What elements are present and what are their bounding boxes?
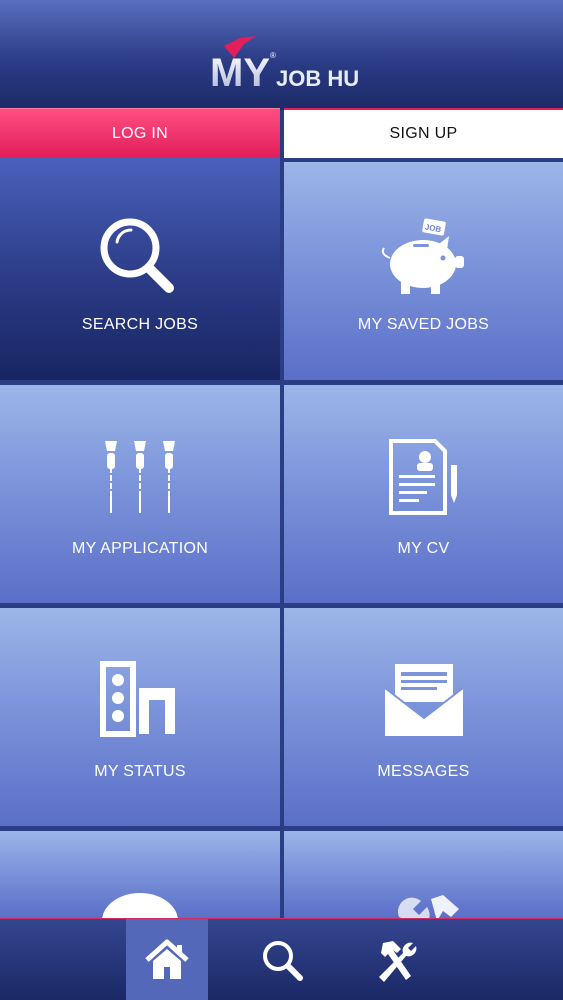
document-icon (388, 439, 457, 515)
search-icon (263, 941, 303, 981)
logo-my-text: MY (210, 51, 270, 94)
tile-my-application-label: MY APPLICATION (71, 540, 209, 557)
bottom-nav-bar (0, 918, 563, 1000)
nav-search-button[interactable] (241, 919, 323, 1000)
tile-my-cv[interactable]: MY CV (284, 385, 563, 603)
magnifier-icon (100, 218, 174, 293)
tile-partial-right[interactable] (284, 831, 563, 918)
tile-search-jobs-label: SEARCH JOBS (81, 316, 199, 333)
envelope-icon (383, 664, 464, 736)
tile-my-saved-jobs[interactable]: JOB MY SAVED JOBS (284, 162, 563, 380)
piggy-bank-icon: JOB (381, 218, 464, 294)
nav-home-button[interactable] (126, 919, 208, 1000)
tile-messages-label: MESSAGES (377, 763, 470, 780)
tile-my-status[interactable]: MY STATUS (0, 608, 280, 826)
tile-messages[interactable]: MESSAGES (284, 608, 563, 826)
logo-trademark: ® (270, 51, 276, 60)
tile-my-cv-label: MY CV (397, 540, 450, 557)
tile-my-application[interactable]: MY APPLICATION (0, 385, 280, 603)
speech-bubble-icon (102, 893, 178, 918)
tile-partial-left[interactable] (0, 831, 280, 918)
my-job-hub-logo: MY ® JOB HUB (210, 36, 360, 94)
nav-tools-button[interactable] (356, 919, 438, 1000)
tools-icon (379, 941, 417, 982)
signup-button[interactable]: SIGN UP (284, 108, 563, 158)
tile-my-saved-jobs-label: MY SAVED JOBS (357, 316, 490, 333)
app-header: MY ® JOB HUB (0, 0, 563, 110)
status-icon (100, 661, 175, 737)
home-icon (145, 939, 189, 979)
logo-job-hub-text: JOB HUB (276, 66, 360, 91)
login-button[interactable]: LOG IN (0, 108, 280, 158)
wrench-hammer-icon (397, 895, 459, 918)
darts-icon (105, 441, 175, 513)
tile-search-jobs[interactable]: SEARCH JOBS (0, 158, 280, 380)
tile-my-status-label: MY STATUS (94, 763, 186, 780)
